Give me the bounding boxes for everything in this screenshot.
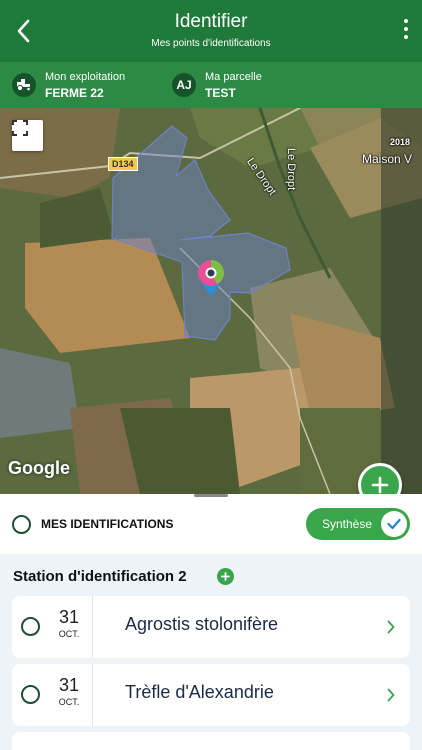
card-divider: [92, 664, 93, 726]
sheet-grabber[interactable]: [194, 494, 228, 497]
chevron-right-icon: [387, 688, 395, 707]
parcel-selector[interactable]: AJ Ma parcelle TEST: [172, 62, 262, 108]
fullscreen-icon: [12, 120, 28, 136]
date-month: OCT.: [58, 697, 80, 707]
map-imagery: [0, 108, 422, 494]
tractor-icon: [12, 73, 36, 97]
species-name: Trèfle d'Alexandrie: [125, 682, 274, 702]
sheet-header: MES IDENTIFICATIONS Synthèse: [0, 494, 422, 554]
imagery-year-label: 2018: [390, 137, 411, 147]
context-bar: Mon exploitation FERME 22 AJ Ma parcelle…: [0, 62, 422, 108]
mes-identifications-label: MES IDENTIFICATIONS: [41, 517, 174, 531]
identification-date: 31 OCT.: [46, 607, 92, 639]
check-icon: [381, 511, 407, 537]
mes-identifications-radio[interactable]: [12, 515, 31, 534]
identification-card[interactable]: 31 OCT. Trèfle d'Alexandrie: [12, 664, 410, 726]
parcel-value: TEST: [205, 85, 236, 100]
page-title: Identifier: [174, 11, 248, 32]
google-logo: Google: [8, 458, 70, 478]
synthese-label: Synthèse: [322, 517, 373, 531]
map-pin-icon[interactable]: [195, 258, 227, 298]
river-label: Le Dropt: [285, 148, 297, 191]
date-month: OCT.: [58, 629, 80, 639]
farm-selector[interactable]: Mon exploitation FERME 22: [12, 62, 125, 108]
station-title: Station d'identification 2: [13, 568, 187, 585]
parcel-initials-avatar: AJ: [172, 73, 196, 97]
identification-radio[interactable]: [21, 685, 40, 704]
road-label: D134: [108, 157, 138, 171]
satellite-map[interactable]: D134 Le Dropt Le Dropt 2018 Maison V: [0, 108, 422, 494]
parcel-label: Ma parcelle: [205, 70, 262, 83]
add-station-item-button[interactable]: [217, 568, 234, 585]
place-label: Maison V: [362, 152, 413, 166]
identification-radio[interactable]: [21, 617, 40, 636]
identification-card-partial[interactable]: [12, 732, 410, 750]
species-name: Agrostis stolonifère: [125, 614, 279, 634]
chevron-right-icon: [387, 620, 395, 639]
identifications-sheet: MES IDENTIFICATIONS Synthèse Station d'i…: [0, 494, 422, 750]
identification-date: 31 OCT.: [46, 675, 92, 707]
farm-value: FERME 22: [45, 85, 104, 100]
page-subtitle: Mes points d'identifications: [151, 38, 271, 49]
fullscreen-button[interactable]: [12, 120, 43, 151]
card-divider: [92, 596, 93, 658]
date-day: 31: [58, 675, 80, 695]
plus-icon: [221, 572, 230, 581]
plus-icon: [371, 476, 389, 494]
synthese-toggle[interactable]: Synthèse: [306, 508, 410, 540]
date-day: 31: [58, 607, 80, 627]
app-header: Identifier Mes points d'identifications: [0, 0, 422, 62]
farm-label: Mon exploitation: [45, 70, 126, 83]
more-vertical-icon[interactable]: [398, 14, 414, 44]
identification-card[interactable]: 31 OCT. Agrostis stolonifère: [12, 596, 410, 658]
